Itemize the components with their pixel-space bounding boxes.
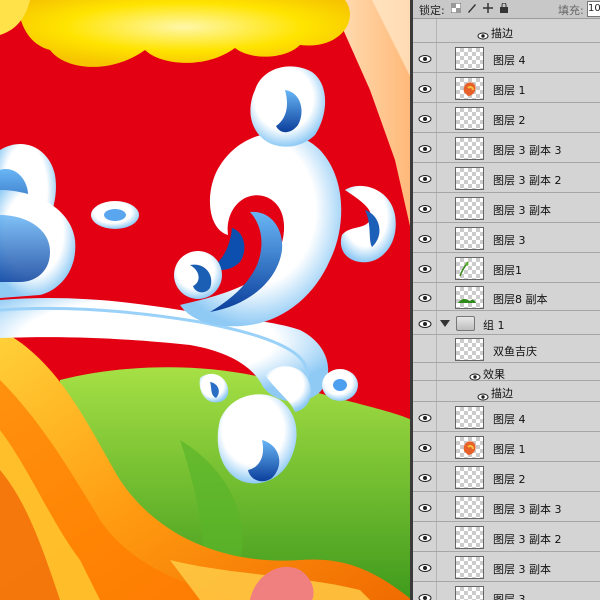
move-icon[interactable] [483, 3, 493, 13]
eye-icon[interactable] [418, 590, 432, 600]
eye-icon[interactable] [418, 231, 432, 245]
layer-row[interactable]: 图层8 副本 [413, 283, 600, 311]
visibility-toggle[interactable] [413, 335, 437, 362]
layer-thumbnail [455, 586, 484, 600]
layer-thumbnail [455, 496, 484, 519]
layer-name: 图层 3 副本 [493, 204, 551, 217]
fill-input[interactable]: 10 [587, 1, 600, 17]
layer-thumbnail [455, 197, 484, 220]
layer-name: 图层8 副本 [493, 293, 548, 306]
layers-lock-bar: 锁定: 填充: 10 [413, 0, 600, 19]
layer-effect-row[interactable]: 描边 [413, 19, 600, 43]
layer-name: 图层 3 副本 3 [493, 144, 562, 157]
eye-icon[interactable] [418, 290, 432, 304]
layer-name: 图层 3 副本 3 [493, 503, 562, 516]
layer-thumbnail [455, 107, 484, 130]
layer-thumbnail [455, 466, 484, 489]
eye-icon[interactable] [418, 500, 432, 514]
eye-icon[interactable] [418, 51, 432, 65]
layer-row[interactable]: 图层 3 副本 [413, 552, 600, 582]
layer-name: 图层 3 [493, 234, 526, 247]
eye-icon[interactable] [418, 141, 432, 155]
layer-name: 图层 3 副本 2 [493, 174, 562, 187]
eye-icon[interactable] [418, 81, 432, 95]
layer-row[interactable]: 图层 2 [413, 103, 600, 133]
layer-row[interactable]: 图层 3 副本 [413, 193, 600, 223]
visibility-toggle[interactable] [413, 363, 437, 380]
eye-icon[interactable] [418, 440, 432, 454]
layer-thumbnail [455, 526, 484, 549]
stroke-effect-label: 描边 [491, 27, 513, 40]
visibility-toggle[interactable] [413, 381, 437, 401]
effect-eye-icon[interactable] [469, 367, 481, 381]
layer-thumbnail [455, 436, 484, 459]
layer-effect-row[interactable]: 描边 [413, 381, 600, 402]
eye-icon[interactable] [418, 171, 432, 185]
layer-thumbnail [455, 137, 484, 160]
layer-name: 图层 4 [493, 54, 526, 67]
layer-name: 图层 1 [493, 443, 526, 456]
layer-name: 图层 4 [493, 413, 526, 426]
eye-icon[interactable] [418, 111, 432, 125]
layer-row[interactable]: 图层 1 [413, 73, 600, 103]
layer-row[interactable]: 图层 3 [413, 582, 600, 600]
layer-thumbnail [455, 77, 484, 100]
eye-icon[interactable] [418, 261, 432, 275]
canvas-artwork [0, 0, 412, 600]
layer-row[interactable]: 双鱼吉庆 [413, 335, 600, 363]
document-canvas[interactable] [0, 0, 412, 600]
group-name: 组 1 [483, 319, 505, 332]
layer-name: 图层 2 [493, 114, 526, 127]
effect-eye-icon[interactable] [477, 26, 489, 40]
eye-icon[interactable] [418, 410, 432, 424]
layer-row[interactable]: 图层 3 副本 3 [413, 133, 600, 163]
layer-thumbnail [455, 338, 484, 361]
eye-icon[interactable] [418, 316, 432, 330]
stroke-effect-label: 描边 [491, 387, 513, 400]
layer-row[interactable]: 图层 3 副本 2 [413, 163, 600, 193]
eye-icon[interactable] [418, 560, 432, 574]
layer-row[interactable]: 图层1 [413, 253, 600, 283]
layer-thumbnail [455, 556, 484, 579]
eye-icon[interactable] [418, 530, 432, 544]
eye-icon[interactable] [418, 201, 432, 215]
layer-name: 图层 1 [493, 84, 526, 97]
layer-thumbnail [455, 227, 484, 250]
layer-row[interactable]: 图层 3 副本 3 [413, 492, 600, 522]
layers-panel: 锁定: 填充: 10 描边 图层 4 图层 1 图层 2 图层 3 副本 3 图层 3 副… [413, 0, 600, 600]
layer-name: 图层1 [493, 264, 522, 277]
effects-label: 效果 [483, 368, 505, 381]
layer-group-row[interactable]: 组 1 [413, 311, 600, 335]
layer-row[interactable]: 图层 3 副本 2 [413, 522, 600, 552]
layer-name: 图层 3 副本 [493, 563, 551, 576]
padlock-icon[interactable] [499, 2, 509, 13]
layer-name: 图层 3 副本 2 [493, 533, 562, 546]
triangle-down-icon[interactable] [440, 320, 450, 327]
layer-thumbnail [455, 286, 484, 309]
layer-row[interactable]: 图层 4 [413, 43, 600, 73]
effect-eye-icon[interactable] [477, 387, 489, 401]
layer-name: 图层 2 [493, 473, 526, 486]
checker-lock-icon[interactable] [450, 2, 462, 14]
layer-thumbnail [455, 167, 484, 190]
layer-thumbnail [455, 47, 484, 70]
visibility-toggle[interactable] [413, 19, 437, 42]
folder-icon [456, 316, 475, 331]
layer-effect-row[interactable]: 效果 [413, 363, 600, 381]
layer-row[interactable]: 图层 3 [413, 223, 600, 253]
layer-thumbnail [455, 257, 484, 280]
layer-row[interactable]: 图层 2 [413, 462, 600, 492]
layer-row[interactable]: 图层 4 [413, 402, 600, 432]
layer-name: 双鱼吉庆 [493, 345, 537, 358]
lock-label: 锁定: [419, 4, 445, 17]
layer-thumbnail [455, 406, 484, 429]
layer-row[interactable]: 图层 1 [413, 432, 600, 462]
fill-label: 填充: [558, 4, 584, 17]
brush-icon[interactable] [467, 3, 477, 13]
eye-icon[interactable] [418, 470, 432, 484]
layer-name: 图层 3 [493, 593, 526, 600]
